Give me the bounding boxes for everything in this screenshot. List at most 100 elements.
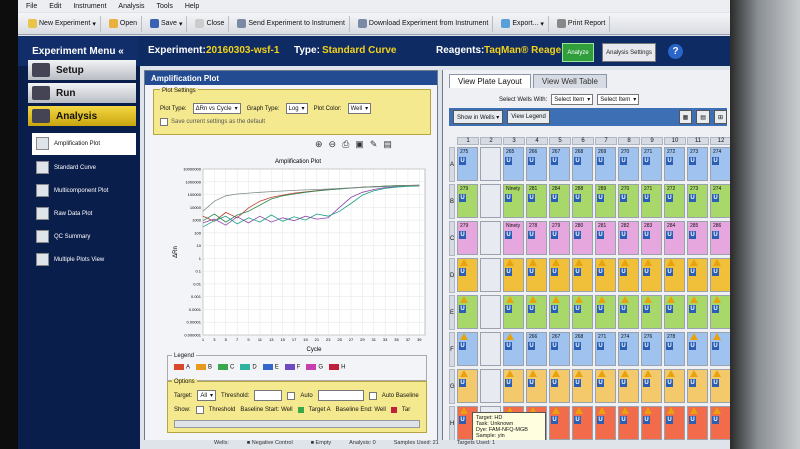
- well-F8[interactable]: 274 U: [618, 332, 639, 366]
- sidebar-item-standard-curve[interactable]: Standard Curve: [32, 157, 136, 179]
- well-B2[interactable]: [480, 184, 501, 218]
- column-header[interactable]: 8: [618, 137, 640, 145]
- well-C12[interactable]: 286 U: [710, 221, 730, 255]
- sidebar-item-multicomponent-plot[interactable]: Multicomponent Plot: [32, 180, 136, 202]
- well-B12[interactable]: 274 U: [710, 184, 730, 218]
- well-D11[interactable]: U: [687, 258, 708, 292]
- well-A2[interactable]: [480, 147, 501, 181]
- well-D2[interactable]: [480, 258, 501, 292]
- well-A4[interactable]: 266 U: [526, 147, 547, 181]
- column-header[interactable]: 6: [572, 137, 594, 145]
- well-C11[interactable]: 285 U: [687, 221, 708, 255]
- well-A10[interactable]: 272 U: [664, 147, 685, 181]
- save-image-icon[interactable]: ▣: [355, 139, 364, 150]
- well-E3[interactable]: U: [503, 295, 524, 329]
- well-A5[interactable]: 267 U: [549, 147, 570, 181]
- row-header[interactable]: G: [449, 369, 455, 404]
- well-F10[interactable]: 278 U: [664, 332, 685, 366]
- analysis-settings-button[interactable]: Analysis Settings: [602, 43, 656, 62]
- well-B9[interactable]: 271 U: [641, 184, 662, 218]
- well-B8[interactable]: 270 U: [618, 184, 639, 218]
- well-G10[interactable]: U: [664, 369, 685, 403]
- well-F11[interactable]: U: [687, 332, 708, 366]
- well-H6[interactable]: U: [572, 406, 593, 440]
- select-item-dropdown[interactable]: Select Item ▾: [551, 94, 594, 105]
- auto-threshold-checkbox[interactable]: [287, 391, 296, 400]
- well-D12[interactable]: U: [710, 258, 730, 292]
- grid-view-icon[interactable]: ▦: [678, 110, 693, 124]
- well-H10[interactable]: U: [664, 406, 685, 440]
- well-A8[interactable]: 270 U: [618, 147, 639, 181]
- nav-analysis[interactable]: Analysis: [28, 106, 136, 126]
- menu-tools[interactable]: Tools: [157, 3, 173, 10]
- column-header[interactable]: 1: [457, 137, 479, 145]
- well-D6[interactable]: U: [572, 258, 593, 292]
- column-header[interactable]: 10: [664, 137, 686, 145]
- save-button[interactable]: Save ▾: [146, 15, 188, 32]
- new-experiment-button[interactable]: New Experiment ▾: [24, 15, 101, 32]
- column-header[interactable]: 12: [710, 137, 730, 145]
- nav-run[interactable]: Run: [28, 83, 136, 103]
- save-default-checkbox[interactable]: [160, 118, 168, 126]
- well-G3[interactable]: U: [503, 369, 524, 403]
- row-header[interactable]: A: [449, 147, 455, 182]
- well-H9[interactable]: U: [641, 406, 662, 440]
- threshold-input[interactable]: [254, 390, 283, 401]
- well-D3[interactable]: U: [503, 258, 524, 292]
- well-F7[interactable]: 271 U: [595, 332, 616, 366]
- menu-instrument[interactable]: Instrument: [73, 3, 106, 10]
- well-D10[interactable]: U: [664, 258, 685, 292]
- well-E10[interactable]: U: [664, 295, 685, 329]
- sidebar-item-multiple-plots-view[interactable]: Multiple Plots View: [32, 249, 136, 271]
- well-B10[interactable]: 272 U: [664, 184, 685, 218]
- column-header[interactable]: 11: [687, 137, 709, 145]
- well-E4[interactable]: U: [526, 295, 547, 329]
- zoom-out-icon[interactable]: ⊖: [329, 139, 337, 150]
- well-A3[interactable]: 265 U: [503, 147, 524, 181]
- open-button[interactable]: Open: [105, 15, 142, 32]
- sidebar-item-qc-summary[interactable]: QC Summary: [32, 226, 136, 248]
- well-F5[interactable]: 267 U: [549, 332, 570, 366]
- well-F3[interactable]: U: [503, 332, 524, 366]
- well-C5[interactable]: 279 U: [549, 221, 570, 255]
- well-B1[interactable]: 279 U: [457, 184, 478, 218]
- sidebar-item-raw-data-plot[interactable]: Raw Data Plot: [32, 203, 136, 225]
- well-C3[interactable]: Ninety U: [503, 221, 524, 255]
- well-E9[interactable]: U: [641, 295, 662, 329]
- well-D8[interactable]: U: [618, 258, 639, 292]
- column-header[interactable]: 7: [595, 137, 617, 145]
- analyze-button[interactable]: Analyze: [562, 43, 594, 62]
- well-F1[interactable]: U: [457, 332, 478, 366]
- row-header[interactable]: E: [449, 295, 455, 330]
- help-icon[interactable]: ?: [668, 44, 683, 59]
- menu-analysis[interactable]: Analysis: [118, 3, 144, 10]
- well-B11[interactable]: 273 U: [687, 184, 708, 218]
- well-C2[interactable]: [480, 221, 501, 255]
- column-header[interactable]: 5: [549, 137, 571, 145]
- edit-plot-icon[interactable]: ✎: [370, 139, 378, 150]
- well-F2[interactable]: [480, 332, 501, 366]
- well-G8[interactable]: U: [618, 369, 639, 403]
- well-D4[interactable]: U: [526, 258, 547, 292]
- select-item-dropdown-2[interactable]: Select Item ▾: [597, 94, 640, 105]
- target-select[interactable]: All ▾: [197, 390, 217, 401]
- well-F12[interactable]: U: [710, 332, 730, 366]
- well-G9[interactable]: U: [641, 369, 662, 403]
- graph-type-select[interactable]: Log ▾: [285, 103, 308, 114]
- well-D9[interactable]: U: [641, 258, 662, 292]
- well-H5[interactable]: U: [549, 406, 570, 440]
- column-header[interactable]: 2: [480, 137, 502, 145]
- print-icon[interactable]: ⎙: [342, 139, 349, 150]
- well-E5[interactable]: U: [549, 295, 570, 329]
- plot-type-select[interactable]: ΔRn vs Cycle ▾: [192, 103, 241, 114]
- well-G6[interactable]: U: [572, 369, 593, 403]
- well-B5[interactable]: 284 U: [549, 184, 570, 218]
- auto-baseline-checkbox[interactable]: [368, 391, 377, 400]
- well-C9[interactable]: 283 U: [641, 221, 662, 255]
- well-C10[interactable]: 284 U: [664, 221, 685, 255]
- well-D7[interactable]: U: [595, 258, 616, 292]
- tab-view-plate-layout[interactable]: View Plate Layout: [449, 74, 531, 88]
- well-C7[interactable]: 281 U: [595, 221, 616, 255]
- well-E8[interactable]: U: [618, 295, 639, 329]
- well-F4[interactable]: 266 U: [526, 332, 547, 366]
